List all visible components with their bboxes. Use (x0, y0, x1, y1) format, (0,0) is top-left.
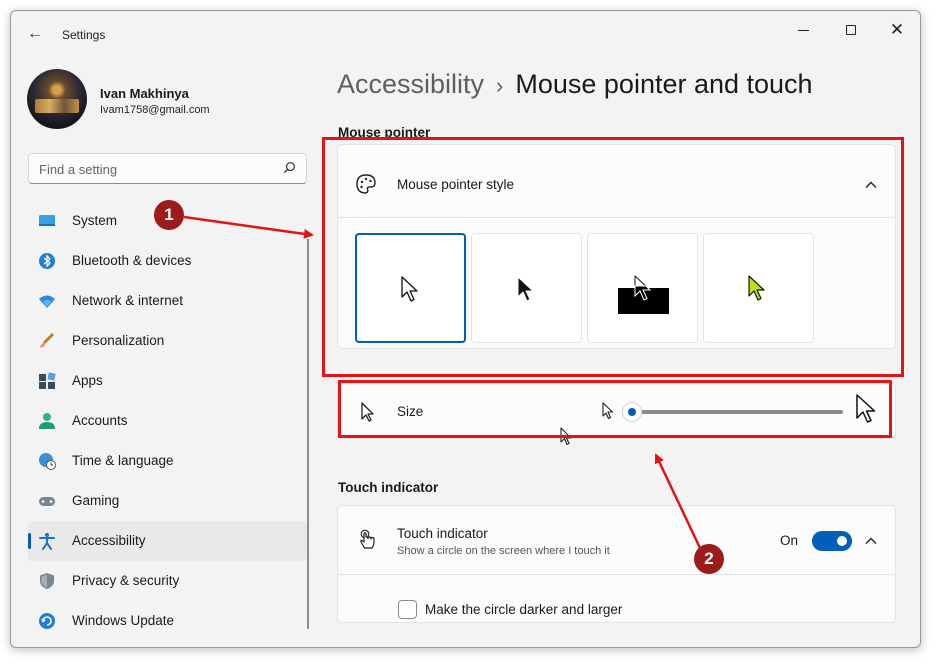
touch-indicator-toggle[interactable] (812, 531, 852, 551)
shield-icon (40, 573, 54, 589)
maximize-icon (846, 25, 856, 35)
settings-window: ← Settings ✕ Ivan Makhinya Ivam1758@gmai… (10, 10, 921, 648)
pointer-style-black[interactable] (471, 233, 582, 343)
section-title-touch-indicator: Touch indicator (338, 480, 439, 495)
user-email: Ivam1758@gmail.com (100, 104, 210, 116)
accounts-icon (39, 413, 55, 429)
gaming-icon (39, 497, 55, 506)
white-pointer-icon (401, 276, 418, 302)
touch-indicator-header: Touch indicator Show a circle on the scr… (338, 506, 895, 575)
mouse-pointer-style-label: Mouse pointer style (397, 177, 515, 192)
search-icon (283, 162, 295, 174)
back-button[interactable]: ← (25, 25, 45, 45)
user-name: Ivan Makhinya (100, 86, 189, 101)
sidebar-item-network[interactable]: Network & internet (28, 281, 307, 321)
sidebar-item-gaming[interactable]: Gaming (28, 481, 307, 521)
black-pointer-icon (517, 276, 534, 302)
touch-indicator-description: Show a circle on the screen where I touc… (397, 545, 610, 557)
sidebar-item-bluetooth[interactable]: Bluetooth & devices (28, 241, 307, 281)
sidebar-item-label: Network & internet (72, 293, 184, 308)
wifi-icon (39, 295, 55, 308)
accessibility-icon (39, 533, 55, 550)
back-arrow-icon: ← (27, 25, 43, 42)
small-pointer-icon (602, 402, 614, 420)
large-pointer-icon (856, 394, 876, 423)
palette-icon (356, 174, 376, 194)
search-input[interactable]: Find a setting (28, 153, 307, 184)
sidebar-item-personalization[interactable]: Personalization (28, 321, 307, 361)
sidebar-item-time-language[interactable]: Time & language (28, 441, 307, 481)
sidebar-item-privacy[interactable]: Privacy & security (28, 561, 307, 601)
sidebar-item-label: Privacy & security (72, 573, 180, 588)
chevron-up-icon[interactable] (864, 534, 878, 548)
mouse-pointer-style-header[interactable]: Mouse pointer style (338, 145, 895, 218)
pointer-style-white[interactable] (355, 233, 466, 343)
brush-icon (40, 332, 55, 348)
close-button[interactable]: ✕ (883, 19, 911, 41)
close-icon: ✕ (889, 20, 905, 39)
sidebar-item-label: Bluetooth & devices (72, 253, 192, 268)
avatar (27, 69, 87, 129)
sidebar-item-label: Apps (72, 373, 103, 388)
pointer-style-custom[interactable] (703, 233, 814, 343)
mouse-cursor-icon (560, 427, 572, 446)
windows-update-icon (39, 613, 55, 629)
bluetooth-icon (39, 253, 55, 269)
maximize-button[interactable] (837, 19, 865, 41)
breadcrumb-parent[interactable]: Accessibility (337, 69, 484, 99)
sidebar-item-accounts[interactable]: Accounts (28, 401, 307, 441)
inverted-pointer-icon (634, 275, 652, 301)
toggle-state-text: On (780, 533, 799, 548)
sidebar-item-accessibility[interactable]: Accessibility (28, 521, 307, 561)
sidebar-scrollbar[interactable] (307, 239, 309, 629)
chevron-up-icon[interactable] (864, 178, 878, 192)
sidebar-item-label: Gaming (72, 493, 120, 508)
annotation-badge-2: 2 (694, 544, 724, 574)
touch-indicator-label: Touch indicator (397, 526, 488, 541)
sidebar-item-label: Windows Update (72, 613, 175, 628)
sidebar-nav: System Bluetooth & devices Network & int… (28, 201, 307, 641)
sidebar-item-label: Personalization (72, 333, 165, 348)
pointer-size-slider-track[interactable] (641, 410, 843, 414)
sidebar-item-label: System (72, 213, 118, 228)
sidebar-item-apps[interactable]: Apps (28, 361, 307, 401)
page-title: Mouse pointer and touch (515, 69, 813, 99)
breadcrumb-separator: › (496, 73, 504, 98)
darker-larger-circle-checkbox[interactable] (398, 600, 417, 619)
touch-indicator-card: Touch indicator Show a circle on the scr… (337, 505, 896, 623)
time-language-icon (39, 453, 56, 470)
darker-larger-circle-label: Make the circle darker and larger (425, 602, 623, 617)
app-title: Settings (62, 28, 106, 42)
minimize-button[interactable] (789, 19, 817, 41)
custom-color-pointer-icon (748, 275, 765, 301)
apps-icon (39, 372, 56, 389)
sidebar-item-label: Accessibility (72, 533, 146, 548)
minimize-icon (797, 29, 809, 31)
sidebar-item-label: Time & language (72, 453, 174, 468)
system-icon (39, 215, 55, 226)
pointer-size-label: Size (397, 404, 424, 419)
sidebar-item-windows-update[interactable]: Windows Update (28, 601, 307, 641)
search-placeholder: Find a setting (39, 162, 118, 177)
annotation-badge-1: 1 (154, 200, 184, 230)
touch-hand-icon (360, 529, 375, 549)
pointer-style-inverted[interactable] (587, 233, 698, 343)
title-bar: ← Settings ✕ (11, 11, 920, 57)
breadcrumb: Accessibility › Mouse pointer and touch (337, 69, 813, 100)
pointer-size-icon (361, 402, 374, 422)
pointer-size-slider-thumb[interactable] (622, 402, 642, 422)
sidebar-item-label: Accounts (72, 413, 128, 428)
section-title-mouse-pointer: Mouse pointer (338, 125, 431, 140)
